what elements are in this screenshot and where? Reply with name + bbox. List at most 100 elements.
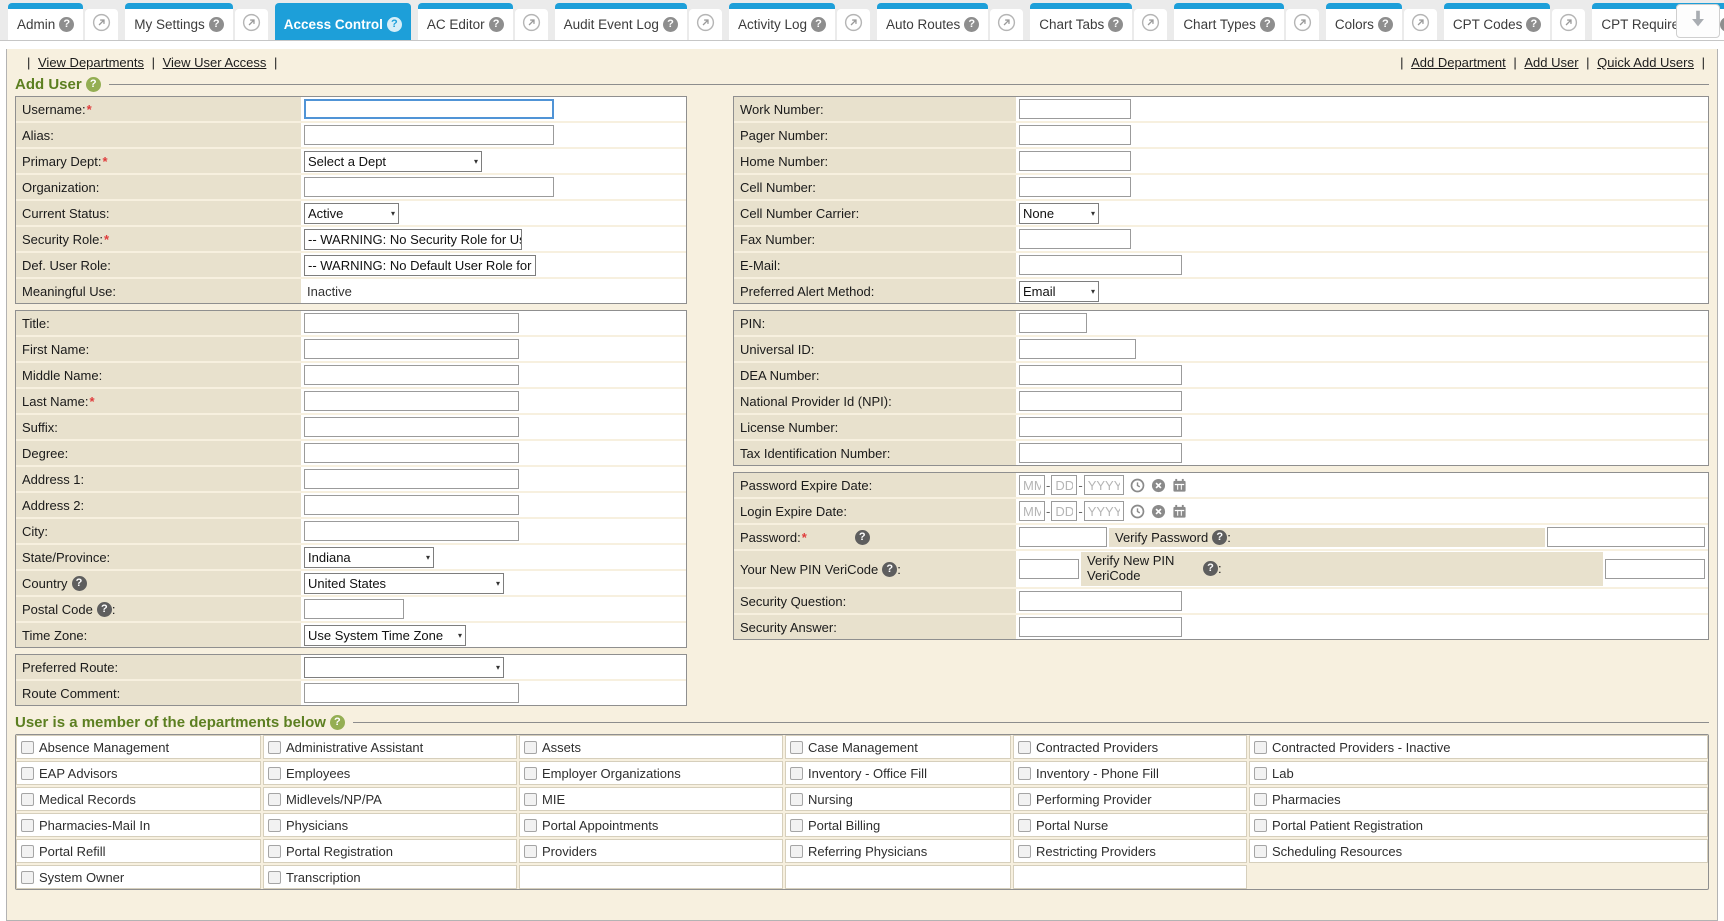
physicians-checkbox[interactable] <box>268 819 281 832</box>
national-provider-id-npi-input[interactable] <box>1019 391 1182 411</box>
system-owner-checkbox[interactable] <box>21 871 34 884</box>
preferred-alert-method-select[interactable]: Email▾ <box>1019 281 1099 302</box>
tab-admin[interactable]: Admin? <box>8 3 83 40</box>
login-expire-date-dd-input[interactable] <box>1051 501 1077 521</box>
absence-management-checkbox[interactable] <box>21 741 34 754</box>
scheduling-resources-checkbox[interactable] <box>1254 845 1267 858</box>
portal-nurse-checkbox[interactable] <box>1018 819 1031 832</box>
license-number-input[interactable] <box>1019 417 1182 437</box>
link-quick-add-users[interactable]: Quick Add Users <box>1597 55 1694 70</box>
route-comment-input[interactable] <box>304 683 519 703</box>
tab-cpt-codes[interactable]: CPT Codes? <box>1444 3 1551 40</box>
nursing-checkbox[interactable] <box>790 793 803 806</box>
contracted-providers-checkbox[interactable] <box>1018 741 1031 754</box>
organization-input[interactable] <box>304 177 554 197</box>
tab-colors[interactable]: Colors? <box>1326 3 1402 40</box>
open-chart-types-new-window-button[interactable] <box>1286 9 1319 40</box>
inventory-phone-fill-checkbox[interactable] <box>1018 767 1031 780</box>
last-name-input[interactable] <box>304 391 519 411</box>
tax-identification-number-input[interactable] <box>1019 443 1182 463</box>
def-user-role-select[interactable]: -- WARNING: No Default User Role for Use… <box>304 255 536 276</box>
case-management-checkbox[interactable] <box>790 741 803 754</box>
password-expire-date-mm-input[interactable] <box>1019 475 1045 495</box>
current-status-select[interactable]: Active▾ <box>304 203 399 224</box>
open-my-settings-new-window-button[interactable] <box>235 9 268 40</box>
security-answer-input[interactable] <box>1019 617 1182 637</box>
login-expire-date-yyyy-input[interactable] <box>1084 501 1124 521</box>
time-zone-select[interactable]: Use System Time Zone▾ <box>304 625 466 646</box>
postal-code-input[interactable] <box>304 599 404 619</box>
your-new-pin-vericode-input[interactable] <box>1019 559 1079 579</box>
open-chart-tabs-new-window-button[interactable] <box>1134 9 1167 40</box>
providers-checkbox[interactable] <box>524 845 537 858</box>
eap-advisors-checkbox[interactable] <box>21 767 34 780</box>
preferred-route-select[interactable]: ▾ <box>304 657 504 678</box>
employer-organizations-checkbox[interactable] <box>524 767 537 780</box>
tab-my-settings[interactable]: My Settings? <box>125 3 233 40</box>
help-icon[interactable]: ? <box>855 530 870 545</box>
help-icon[interactable]: ? <box>387 17 402 32</box>
administrative-assistant-checkbox[interactable] <box>268 741 281 754</box>
help-icon[interactable]: ? <box>209 17 224 32</box>
password-input[interactable] <box>1019 527 1107 547</box>
pager-number-input[interactable] <box>1019 125 1131 145</box>
help-icon[interactable]: ? <box>1526 17 1541 32</box>
clock-icon[interactable] <box>1130 504 1145 519</box>
link-add-department[interactable]: Add Department <box>1411 55 1506 70</box>
open-activity-log-new-window-button[interactable] <box>837 9 870 40</box>
password-expire-date-yyyy-input[interactable] <box>1084 475 1124 495</box>
open-auto-routes-new-window-button[interactable] <box>990 9 1023 40</box>
help-icon[interactable]: ? <box>59 17 74 32</box>
link-add-user[interactable]: Add User <box>1524 55 1578 70</box>
tab-auto-routes[interactable]: Auto Routes? <box>877 3 988 40</box>
country-select[interactable]: United States▾ <box>304 573 504 594</box>
help-icon[interactable]: ? <box>964 17 979 32</box>
password-expire-date-dd-input[interactable] <box>1051 475 1077 495</box>
scroll-tabs-button[interactable] <box>1676 4 1720 38</box>
dea-number-input[interactable] <box>1019 365 1182 385</box>
work-number-input[interactable] <box>1019 99 1131 119</box>
open-admin-new-window-button[interactable] <box>85 9 118 40</box>
transcription-checkbox[interactable] <box>268 871 281 884</box>
portal-refill-checkbox[interactable] <box>21 845 34 858</box>
clear-icon[interactable] <box>1151 504 1166 519</box>
tab-audit-event-log[interactable]: Audit Event Log? <box>555 3 687 40</box>
help-icon[interactable]: ? <box>1108 17 1123 32</box>
mie-checkbox[interactable] <box>524 793 537 806</box>
calendar-icon[interactable] <box>1172 504 1187 519</box>
tab-chart-types[interactable]: Chart Types? <box>1174 3 1284 40</box>
help-icon[interactable]: ? <box>489 17 504 32</box>
open-ac-editor-new-window-button[interactable] <box>515 9 548 40</box>
contracted-providers-inactive-checkbox[interactable] <box>1254 741 1267 754</box>
medical-records-checkbox[interactable] <box>21 793 34 806</box>
help-icon[interactable]: ? <box>86 77 101 92</box>
username-input[interactable] <box>304 99 554 119</box>
link-view-user-access[interactable]: View User Access <box>163 55 267 70</box>
city-input[interactable] <box>304 521 519 541</box>
fax-number-input[interactable] <box>1019 229 1131 249</box>
help-icon[interactable]: ? <box>330 715 345 730</box>
portal-patient-registration-checkbox[interactable] <box>1254 819 1267 832</box>
degree-input[interactable] <box>304 443 519 463</box>
verify-password-input[interactable] <box>1547 527 1705 547</box>
tab-access-control[interactable]: Access Control? <box>275 3 411 40</box>
security-role-select[interactable]: -- WARNING: No Security Role for User! -… <box>304 229 522 250</box>
address-2-input[interactable] <box>304 495 519 515</box>
help-icon[interactable]: ? <box>1720 17 1724 32</box>
performing-provider-checkbox[interactable] <box>1018 793 1031 806</box>
open-colors-new-window-button[interactable] <box>1404 9 1437 40</box>
help-icon[interactable]: ? <box>72 576 87 591</box>
address-1-input[interactable] <box>304 469 519 489</box>
pharmacies-mail-in-checkbox[interactable] <box>21 819 34 832</box>
help-icon[interactable]: ? <box>97 602 112 617</box>
link-view-departments[interactable]: View Departments <box>38 55 144 70</box>
alias-input[interactable] <box>304 125 554 145</box>
tab-chart-tabs[interactable]: Chart Tabs? <box>1030 3 1132 40</box>
help-icon[interactable]: ? <box>1203 561 1218 576</box>
help-icon[interactable]: ? <box>882 562 897 577</box>
home-number-input[interactable] <box>1019 151 1131 171</box>
portal-registration-checkbox[interactable] <box>268 845 281 858</box>
midlevels-np-pa-checkbox[interactable] <box>268 793 281 806</box>
verify-new-pin-vericode-input[interactable] <box>1605 559 1705 579</box>
cell-number-carrier-select[interactable]: None▾ <box>1019 203 1099 224</box>
